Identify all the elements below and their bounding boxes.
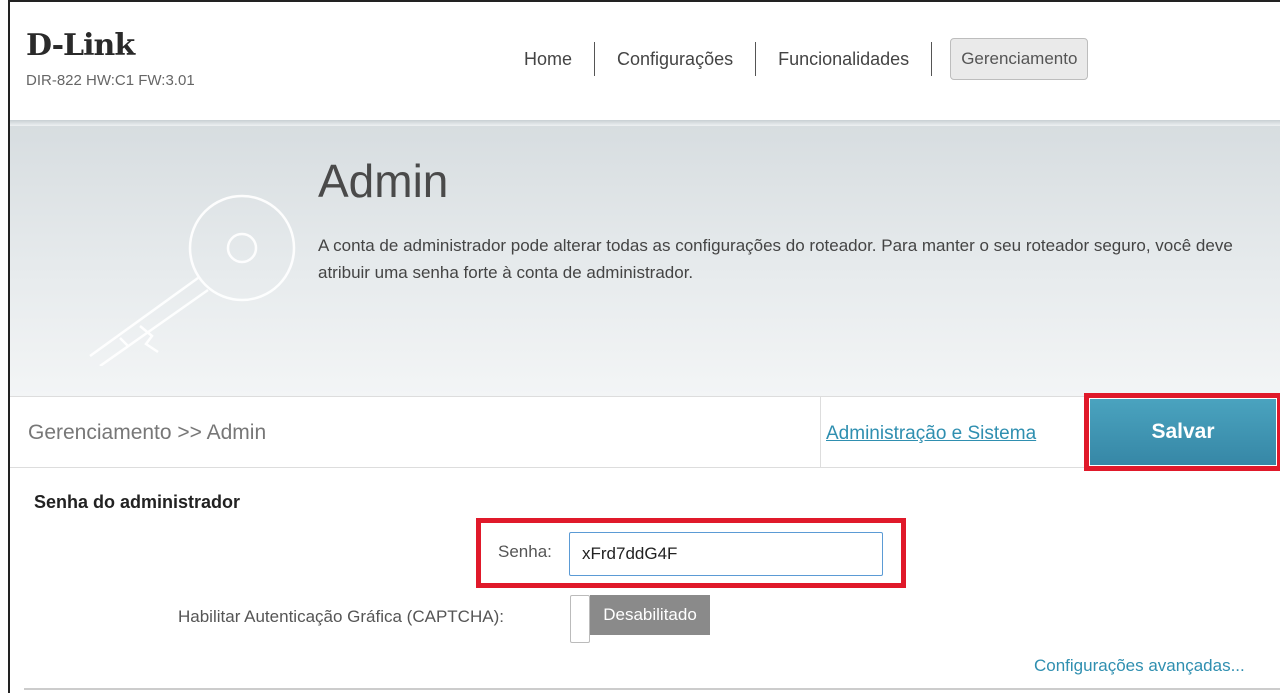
device-model: DIR-822 HW:C1 FW:3.01 bbox=[26, 72, 195, 89]
password-label: Senha: bbox=[498, 542, 552, 561]
page-description: A conta de administrador pode alterar to… bbox=[318, 236, 1233, 282]
section-title: Senha do administrador bbox=[34, 492, 241, 512]
captcha-label: Habilitar Autenticação Gráfica (CAPTCHA)… bbox=[178, 607, 504, 626]
toggle-knob[interactable] bbox=[570, 595, 590, 643]
advanced-settings-link[interactable]: Configurações avançadas... bbox=[1034, 656, 1245, 676]
admin-system-link[interactable]: Administração e Sistema bbox=[826, 423, 1036, 445]
dlink-logo: D-Link bbox=[26, 28, 135, 63]
nav-configuracoes[interactable]: Configurações bbox=[595, 49, 755, 70]
password-input[interactable] bbox=[569, 532, 883, 576]
nav-divider bbox=[931, 42, 933, 76]
bottom-divider bbox=[24, 688, 1280, 690]
nav-funcionalidades[interactable]: Funcionalidades bbox=[756, 49, 931, 70]
main-nav: Home Configurações Funcionalidades Geren… bbox=[502, 36, 1089, 82]
captcha-toggle[interactable]: Desabilitado bbox=[570, 595, 710, 643]
save-button[interactable]: Salvar bbox=[1090, 399, 1276, 465]
nav-gerenciamento[interactable]: Gerenciamento bbox=[950, 38, 1089, 80]
toggle-state: Desabilitado bbox=[590, 595, 710, 635]
top-header: D-Link DIR-822 HW:C1 FW:3.01 Home Config… bbox=[10, 2, 1280, 120]
breadcrumb-bar: Gerenciamento >> Admin Administração e S… bbox=[10, 393, 1280, 471]
key-icon bbox=[89, 194, 296, 366]
nav-home[interactable]: Home bbox=[502, 49, 594, 70]
page-title: Admin bbox=[318, 155, 449, 207]
admin-banner: Admin A conta de administrador pode alte… bbox=[10, 126, 1280, 396]
router-admin-page: D-Link DIR-822 HW:C1 FW:3.01 Home Config… bbox=[8, 0, 1280, 693]
breadcrumb: Gerenciamento >> Admin bbox=[28, 421, 267, 444]
